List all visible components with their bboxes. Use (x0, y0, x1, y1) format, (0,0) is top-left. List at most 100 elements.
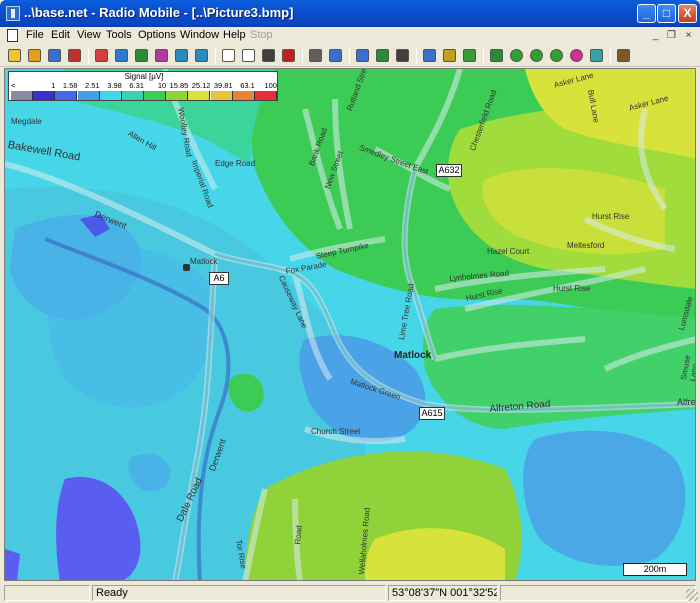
network-icon[interactable] (588, 47, 605, 64)
status-panel-extra (500, 585, 696, 601)
radio-link-icon[interactable] (488, 47, 505, 64)
legend-swatch (121, 91, 144, 100)
legend-swatch (144, 91, 167, 100)
legend-value: 6.31 (129, 81, 144, 90)
legend-value: 1.58 (62, 81, 78, 90)
status-coordinates: 53°08'37"N 001°32'52"W (388, 585, 498, 601)
menu-view[interactable]: View (77, 29, 101, 41)
menu-window[interactable]: Window (180, 29, 219, 41)
color-icon[interactable] (568, 47, 585, 64)
train-station-icon (183, 264, 190, 271)
cartesian-plot-icon[interactable] (528, 47, 545, 64)
properties-icon[interactable] (66, 47, 83, 64)
document-icon[interactable] (7, 29, 18, 42)
legend-swatch (33, 91, 56, 100)
toolbar-separator (483, 48, 484, 64)
label-matlock: Matlock (394, 350, 432, 361)
label-church-street: Church Street (311, 427, 361, 436)
save-icon[interactable] (46, 47, 63, 64)
new-map-icon[interactable] (6, 47, 23, 64)
center-icon[interactable] (394, 47, 411, 64)
label-meltesford: Meltesford (567, 241, 605, 250)
legend-value: 25.12 (191, 81, 211, 90)
mdi-close-button[interactable]: × (681, 29, 696, 43)
menu-tools[interactable]: Tools (106, 29, 132, 41)
map-canvas[interactable] (5, 69, 696, 581)
legend-swatches (11, 91, 277, 100)
legend-swatch (11, 91, 34, 100)
status-ready: Ready (92, 585, 386, 601)
toolbar (0, 45, 700, 67)
exit-icon[interactable] (615, 47, 632, 64)
window-title: ..\base.net - Radio Mobile - [..\Picture… (24, 5, 294, 20)
legend-value: 3.98 (107, 81, 122, 90)
mdi-minimize-button[interactable]: _ (648, 29, 663, 43)
unit-icon[interactable] (93, 47, 110, 64)
menu-help[interactable]: Help (223, 29, 246, 41)
label-hurst-rise-north: Hurst Rise (592, 212, 630, 221)
landmark-icon[interactable] (441, 47, 458, 64)
maximize-button[interactable]: □ (657, 4, 676, 23)
earth-icon[interactable] (133, 47, 150, 64)
label-matlock-station: Matlock (190, 257, 218, 266)
legend-value: 15.85 (169, 81, 189, 90)
open-icon[interactable] (26, 47, 43, 64)
legend-values: <1 1.58 2.51 3.98 6.31 10 15.85 25.12 39.81 63.1 1… (11, 81, 277, 90)
label-hazel-court: Hazel Court (487, 247, 530, 256)
legend-swatch (210, 91, 233, 100)
legend-title: Signal [µV] (124, 72, 164, 81)
elevation-icon[interactable] (374, 47, 391, 64)
app-icon[interactable] (6, 6, 20, 21)
label-smuse-lane: Smuse Lane (679, 354, 696, 383)
legend-value: 10 (157, 81, 167, 90)
forward-icon[interactable] (193, 47, 210, 64)
menu-file[interactable]: File (26, 29, 44, 41)
menu-edit[interactable]: Edit (51, 29, 70, 41)
pdf-icon[interactable] (280, 47, 297, 64)
menu-stop[interactable]: Stop (250, 29, 273, 41)
legend-swatch (99, 91, 122, 100)
print-icon[interactable] (307, 47, 324, 64)
toolbar-separator (88, 48, 89, 64)
back-icon[interactable] (173, 47, 190, 64)
doc-icon[interactable] (220, 47, 237, 64)
close-button[interactable]: X (678, 4, 697, 23)
toolbar-separator (416, 48, 417, 64)
scale-bar: 200m (623, 563, 687, 576)
label-edge-road: Edge Road (215, 159, 256, 168)
coverage-icon[interactable] (548, 47, 565, 64)
polar-plot-icon[interactable] (508, 47, 525, 64)
resize-grip[interactable] (686, 589, 698, 601)
legend-value: < (11, 81, 16, 90)
paste-icon[interactable] (354, 47, 371, 64)
road-shield-a632: A632 (436, 164, 462, 177)
save-image-icon[interactable] (260, 47, 277, 64)
copy-image-icon[interactable] (240, 47, 257, 64)
toolbar-separator (302, 48, 303, 64)
legend-swatch (254, 91, 277, 100)
minimize-button[interactable]: _ (637, 4, 656, 23)
legend-value: 2.51 (85, 81, 100, 90)
menu-options[interactable]: Options (138, 29, 176, 41)
selection-icon[interactable] (461, 47, 478, 64)
signal-legend: Signal [µV] <1 1.58 2.51 3.98 6.31 10 15.85 25.… (8, 71, 278, 101)
label-hurst-rise-east: Hurst Rise (553, 284, 591, 293)
mdi-restore-button[interactable]: ❐ (664, 29, 679, 43)
legend-swatch (188, 91, 211, 100)
legend-value: 100 (264, 81, 277, 90)
label-megdale: Megdale (11, 117, 42, 126)
coverage-map[interactable]: A632 A6 A615 Bakewell Road Derwent Derwe… (4, 68, 696, 581)
status-panel-empty (4, 585, 90, 601)
copy-icon[interactable] (327, 47, 344, 64)
status-bar: Ready 53°08'37"N 001°32'52"W (0, 583, 700, 603)
world-icon[interactable] (113, 47, 130, 64)
merge-icon[interactable] (153, 47, 170, 64)
title-bar[interactable]: ..\base.net - Radio Mobile - [..\Picture… (0, 0, 700, 27)
toolbar-separator (610, 48, 611, 64)
road-shield-a615: A615 (419, 407, 445, 420)
legend-value: 1 (51, 81, 56, 90)
picture-icon[interactable] (421, 47, 438, 64)
legend-swatch (232, 91, 255, 100)
legend-value: 63.1 (240, 81, 255, 90)
legend-value: 39.81 (213, 81, 233, 90)
